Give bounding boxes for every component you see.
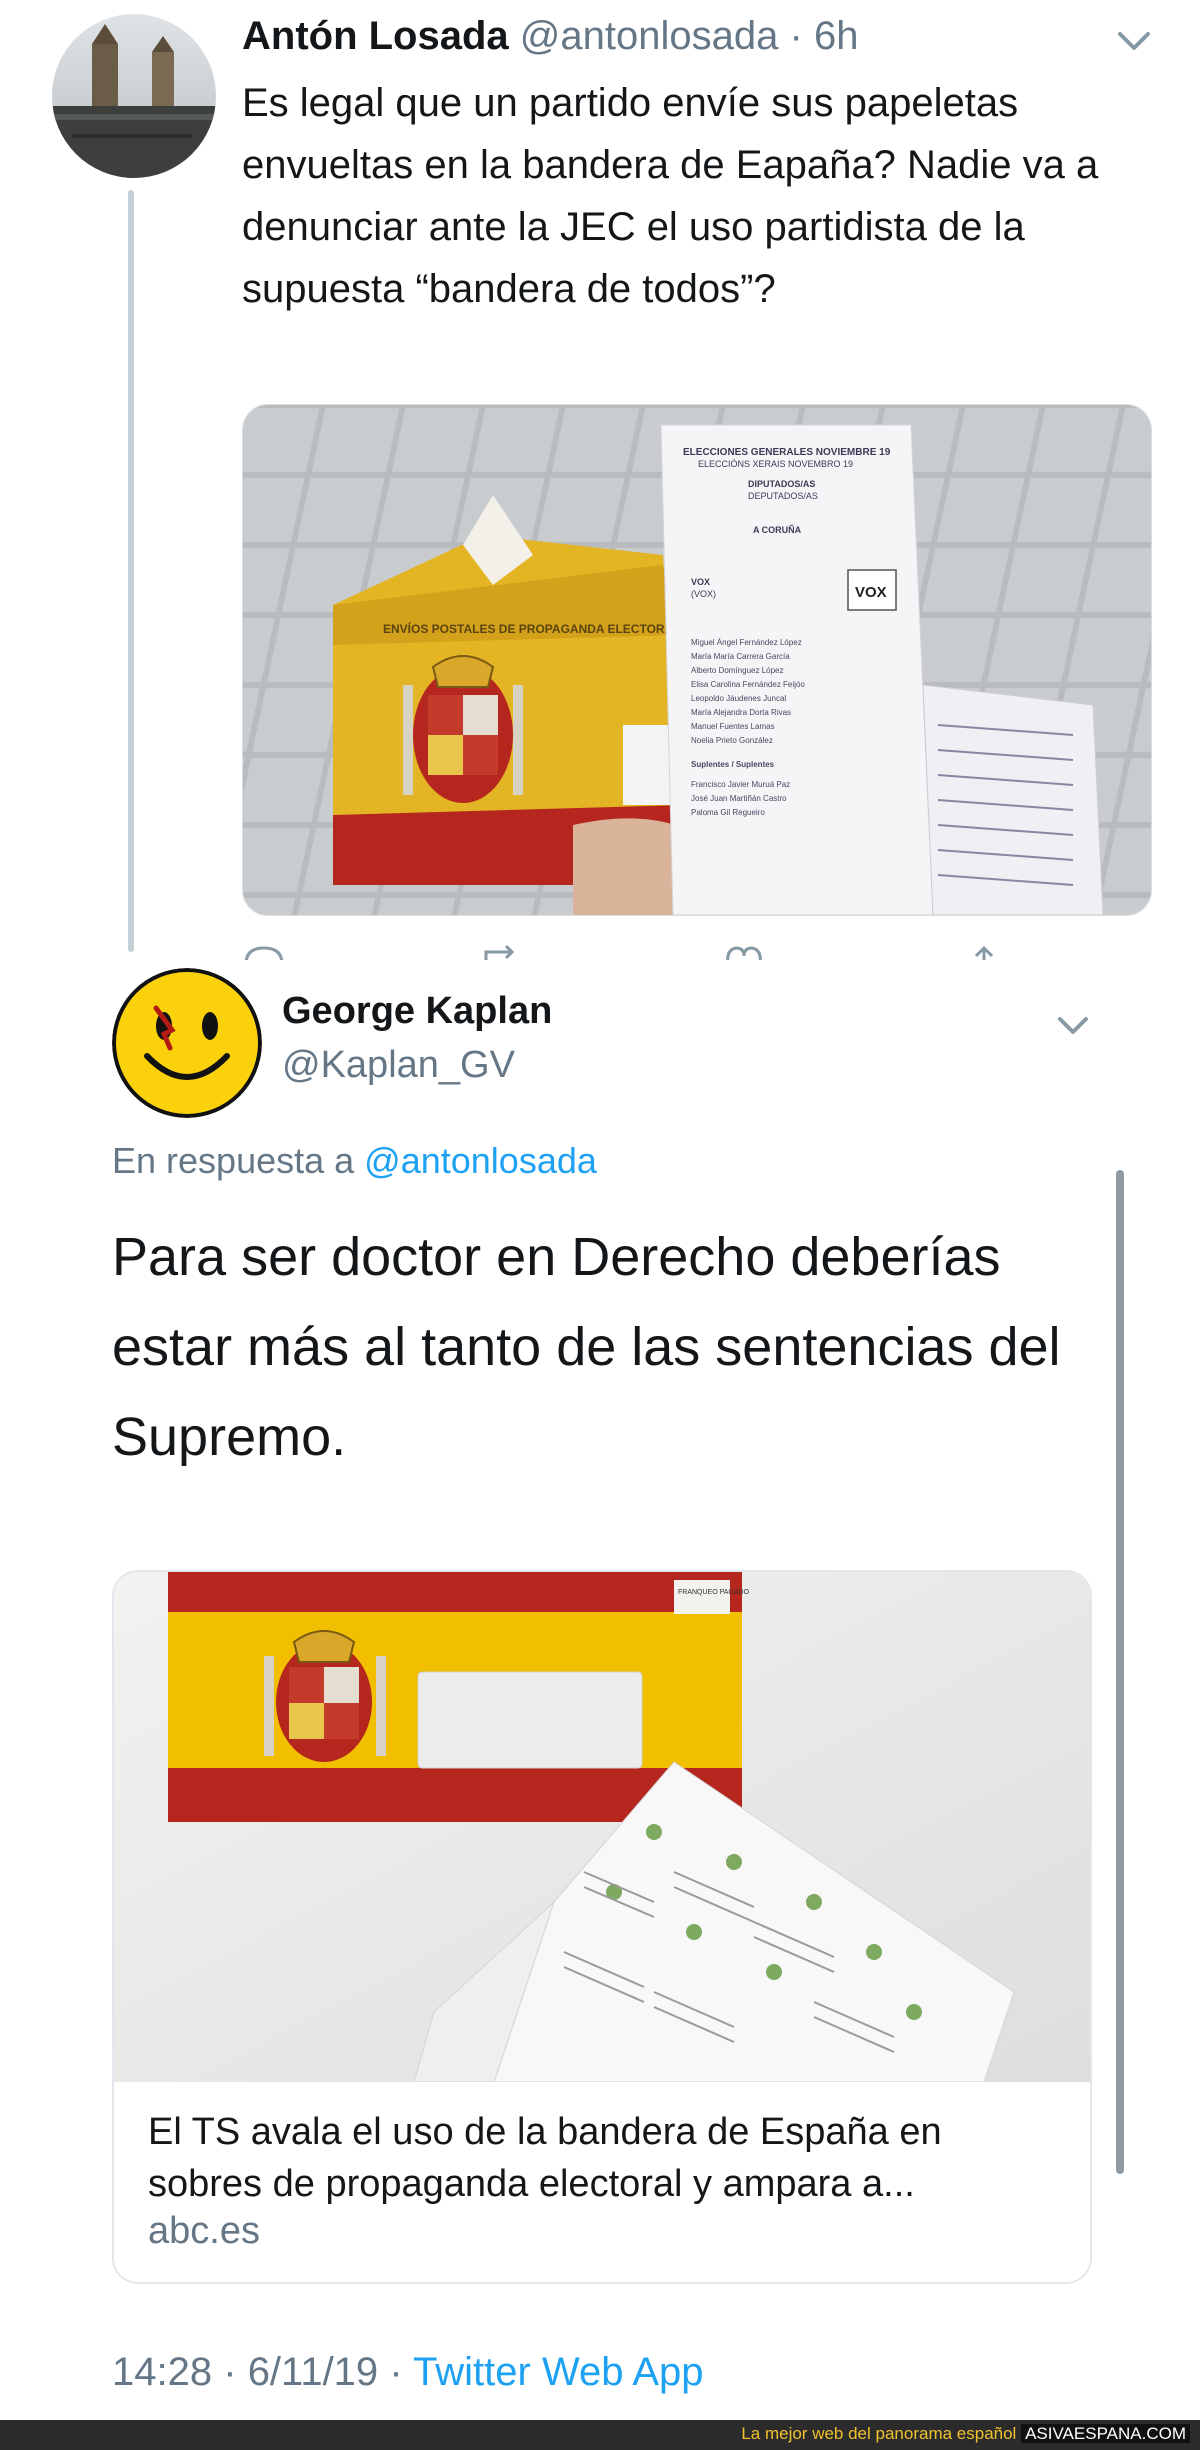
timestamp-separator: · [389, 2350, 403, 2394]
tweet-photo[interactable]: ENVÍOS POSTALES DE PROPAGANDA ELECTORAL … [242, 404, 1152, 916]
reply-prefix: En respuesta a [112, 1140, 355, 1181]
ballot-header: ELECCIONES GENERALES NOVIEMBRE 19 [683, 447, 891, 458]
ballot-candidate: Miguel Ángel Fernández López [691, 638, 802, 647]
footer-brand[interactable]: ASIVAESPANA.COM [1021, 2424, 1190, 2443]
site-footer: La mejor web del panorama español ASIVAE… [0, 2420, 1200, 2450]
link-card-title: El TS avala el uso de la bandera de Espa… [148, 2111, 942, 2205]
share-icon[interactable] [962, 944, 1006, 960]
ballot-party-sub: (VOX) [691, 589, 716, 599]
tweet-date[interactable]: 6/11/19 [248, 2350, 379, 2394]
ballot-envelope-photo: ENVÍOS POSTALES DE PROPAGANDA ELECTORAL … [243, 405, 1151, 915]
ballot-candidate: Manuel Fuentes Lamas [691, 722, 775, 731]
ballot-suplentes-heading: Suplentes / Suplentes [691, 760, 775, 769]
reply-to-link[interactable]: @antonlosada [364, 1140, 597, 1181]
ballot-suplente: Francisco Javier Muruá Paz [691, 780, 790, 789]
ballot-party: VOX [691, 577, 710, 587]
ballot-suplente: Paloma Gil Regueiro [691, 808, 765, 817]
avatar[interactable] [52, 14, 216, 178]
envelope-label: ENVÍOS POSTALES DE PROPAGANDA ELECTORAL [383, 621, 681, 636]
avatar[interactable] [112, 968, 262, 1118]
tweet-text: Para ser doctor en Derecho deberías esta… [112, 1227, 1061, 1467]
chevron-down-icon[interactable] [1050, 1006, 1096, 1044]
like-icon[interactable] [722, 944, 766, 960]
postage-stamp-label: FRANQUEO PAGADO [678, 1589, 750, 1596]
ballot-candidate: Noelia Prieto González [691, 736, 773, 745]
footer-tagline: La mejor web del panorama español [741, 2424, 1017, 2443]
smiley-avatar-icon [112, 968, 262, 1118]
link-card[interactable]: FRANQUEO PAGADO El TS avala el uso de la… [112, 1570, 1092, 2284]
reply-icon[interactable] [242, 944, 286, 960]
ballot-suplente: José Juan Martiñán Castro [691, 794, 787, 803]
tweet-time[interactable]: 6h [814, 14, 859, 58]
meta-separator: · [789, 14, 803, 58]
thread-line [128, 190, 134, 952]
ballot-candidate: Alberto Domínguez López [691, 666, 784, 675]
ballot-candidate: Elisa Carolina Fernández Feijóo [691, 680, 805, 689]
chevron-down-icon[interactable] [1110, 20, 1158, 60]
tweet-actions [242, 940, 1062, 960]
tweet-author-line: Antón Losada @antonlosada · 6h [242, 14, 858, 59]
ballot-region: A CORUÑA [753, 525, 802, 535]
author-handle[interactable]: @antonlosada [520, 14, 779, 58]
author-handle[interactable]: @Kaplan_GV [282, 1044, 515, 1087]
ballot-candidate: María María Carrera García [691, 652, 790, 661]
tweet-time[interactable]: 14:28 [112, 2350, 212, 2394]
tweet-timestamp: 14:28 · 6/11/19 · Twitter Web App [112, 2350, 704, 2395]
link-card-domain: abc.es [148, 2210, 260, 2252]
link-card-image: FRANQUEO PAGADO [114, 1572, 1090, 2082]
ballot-header-gl: ELECCIÓNS XERAIS NOVEMBRO 19 [698, 459, 853, 469]
author-name[interactable]: Antón Losada [242, 14, 509, 58]
ballot-candidate: María Alejandra Dorta Rivas [691, 708, 791, 717]
timestamp-separator: · [223, 2350, 237, 2394]
vox-logo: VOX [855, 584, 887, 601]
author-name[interactable]: George Kaplan [282, 990, 552, 1033]
retweet-icon[interactable] [482, 944, 526, 960]
scrollbar[interactable] [1116, 1170, 1124, 2174]
reply-context: En respuesta a @antonlosada [112, 1140, 597, 1182]
ballot-candidate: Leopoldo Jáudenes Juncal [691, 694, 786, 703]
ballot-office-gl: DEPUTADOS/AS [748, 491, 818, 501]
ballot-office: DIPUTADOS/AS [748, 479, 815, 489]
tweet-text: Es legal que un partido envíe sus papele… [242, 81, 1099, 311]
tweet-source-link[interactable]: Twitter Web App [413, 2350, 704, 2394]
cathedral-avatar-image [52, 14, 216, 178]
